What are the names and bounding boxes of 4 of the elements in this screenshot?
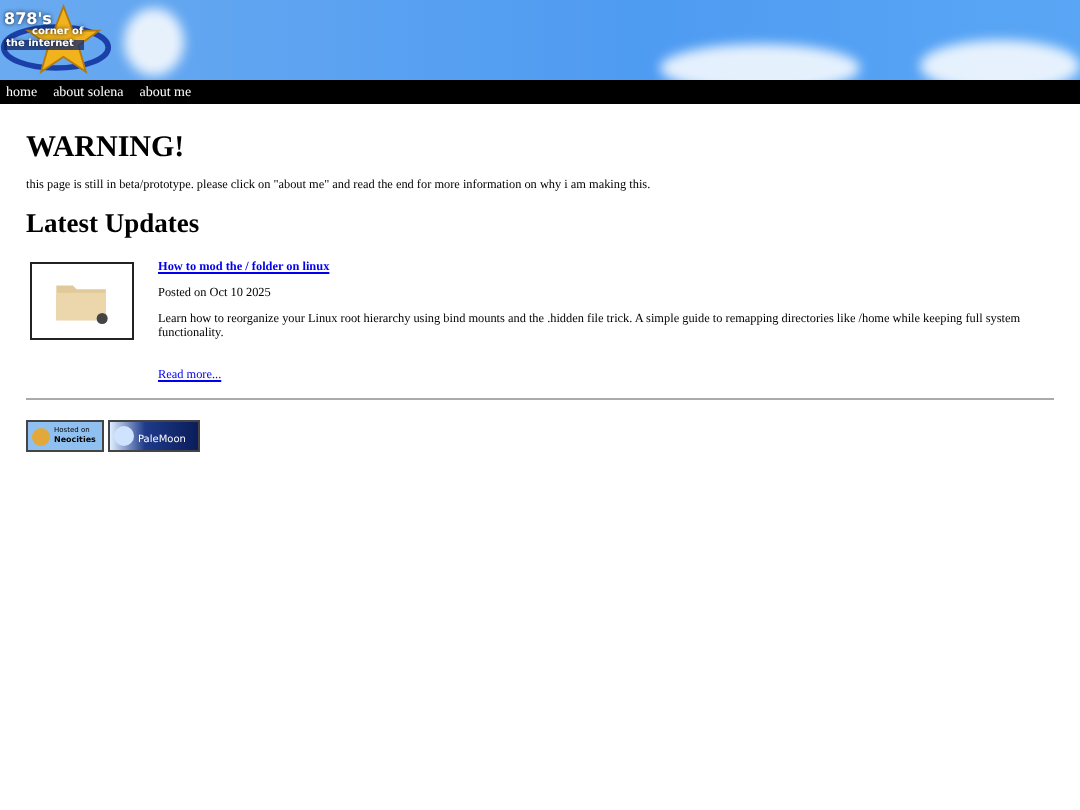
moon-icon	[114, 426, 134, 446]
warning-heading: WARNING!	[26, 132, 187, 166]
section-heading: Latest Updates	[26, 208, 202, 240]
cloud-drawing	[124, 8, 184, 76]
